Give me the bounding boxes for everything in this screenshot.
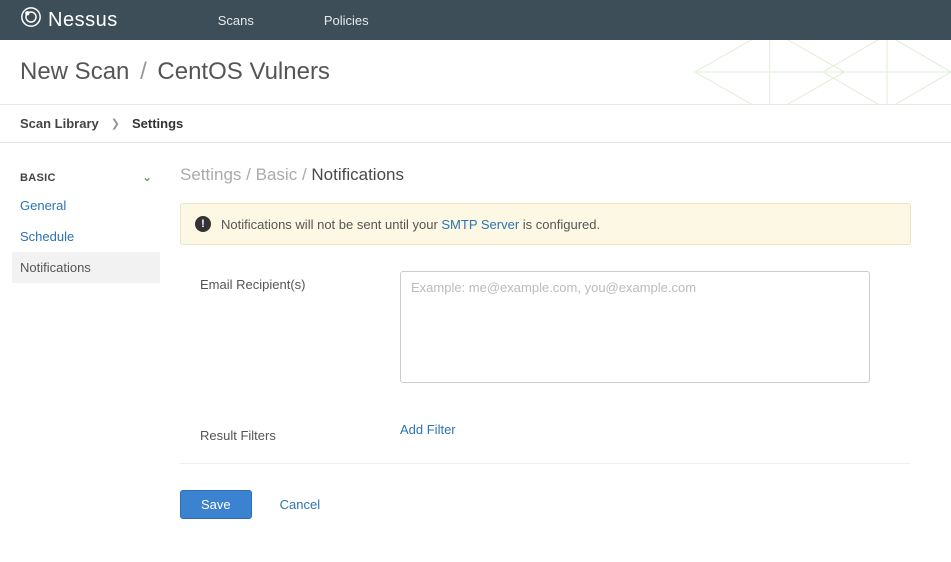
topnav: Scans Policies [218, 13, 369, 28]
sidebar-item-label: Notifications [20, 260, 91, 275]
brand-text: Nessus [48, 9, 118, 32]
crumb-basic: Basic [256, 165, 298, 184]
brand-logo[interactable]: Nessus [20, 6, 118, 34]
email-recipients-input[interactable] [400, 271, 870, 383]
smtp-server-link[interactable]: SMTP Server [441, 217, 519, 232]
settings-sidebar: BASIC ⌄ General Schedule Notifications [0, 165, 180, 519]
notice-text: Notifications will not be sent until you… [221, 217, 600, 232]
divider [180, 463, 911, 464]
main: BASIC ⌄ General Schedule Notifications S… [0, 143, 951, 519]
nessus-icon [20, 6, 42, 34]
chevron-right-icon: ❯ [111, 117, 120, 130]
crumb-notifications: Notifications [311, 165, 404, 184]
cancel-button[interactable]: Cancel [280, 497, 320, 512]
page-header: New Scan / CentOS Vulners [0, 40, 951, 105]
add-filter-link[interactable]: Add Filter [400, 422, 456, 437]
subnav: Scan Library ❯ Settings [0, 105, 951, 143]
topnav-scans[interactable]: Scans [218, 13, 254, 28]
crumb-sep: / [302, 165, 311, 184]
crumb-sep: / [246, 165, 255, 184]
form-actions: Save Cancel [180, 490, 911, 519]
title-separator: / [140, 58, 147, 85]
title-main: New Scan [20, 58, 129, 85]
topnav-policies[interactable]: Policies [324, 13, 369, 28]
row-result-filters: Result Filters Add Filter [180, 422, 911, 443]
subnav-settings[interactable]: Settings [132, 116, 183, 131]
sidebar-item-notifications[interactable]: Notifications [12, 252, 160, 283]
result-filters-label: Result Filters [200, 422, 400, 443]
sidebar-section-label: BASIC [20, 172, 56, 184]
sidebar-section-basic[interactable]: BASIC ⌄ [12, 165, 160, 190]
content-breadcrumb: Settings / Basic / Notifications [180, 165, 911, 185]
row-email-recipients: Email Recipient(s) [180, 271, 911, 386]
notice-pre: Notifications will not be sent until you… [221, 217, 441, 232]
sidebar-item-general[interactable]: General [12, 190, 160, 221]
chevron-down-icon: ⌄ [142, 171, 152, 184]
topbar: Nessus Scans Policies [0, 0, 951, 40]
sidebar-item-schedule[interactable]: Schedule [12, 221, 160, 252]
page-title: New Scan / CentOS Vulners [20, 58, 951, 86]
subnav-scan-library[interactable]: Scan Library [20, 116, 99, 131]
crumb-settings: Settings [180, 165, 241, 184]
sidebar-item-label: General [20, 198, 66, 213]
email-recipients-label: Email Recipient(s) [200, 271, 400, 292]
save-button[interactable]: Save [180, 490, 252, 519]
smtp-warning: ! Notifications will not be sent until y… [180, 203, 911, 245]
title-sub: CentOS Vulners [157, 58, 330, 85]
notice-post: is configured. [519, 217, 600, 232]
sidebar-item-label: Schedule [20, 229, 74, 244]
content: Settings / Basic / Notifications ! Notif… [180, 165, 951, 519]
warning-icon: ! [195, 216, 211, 232]
